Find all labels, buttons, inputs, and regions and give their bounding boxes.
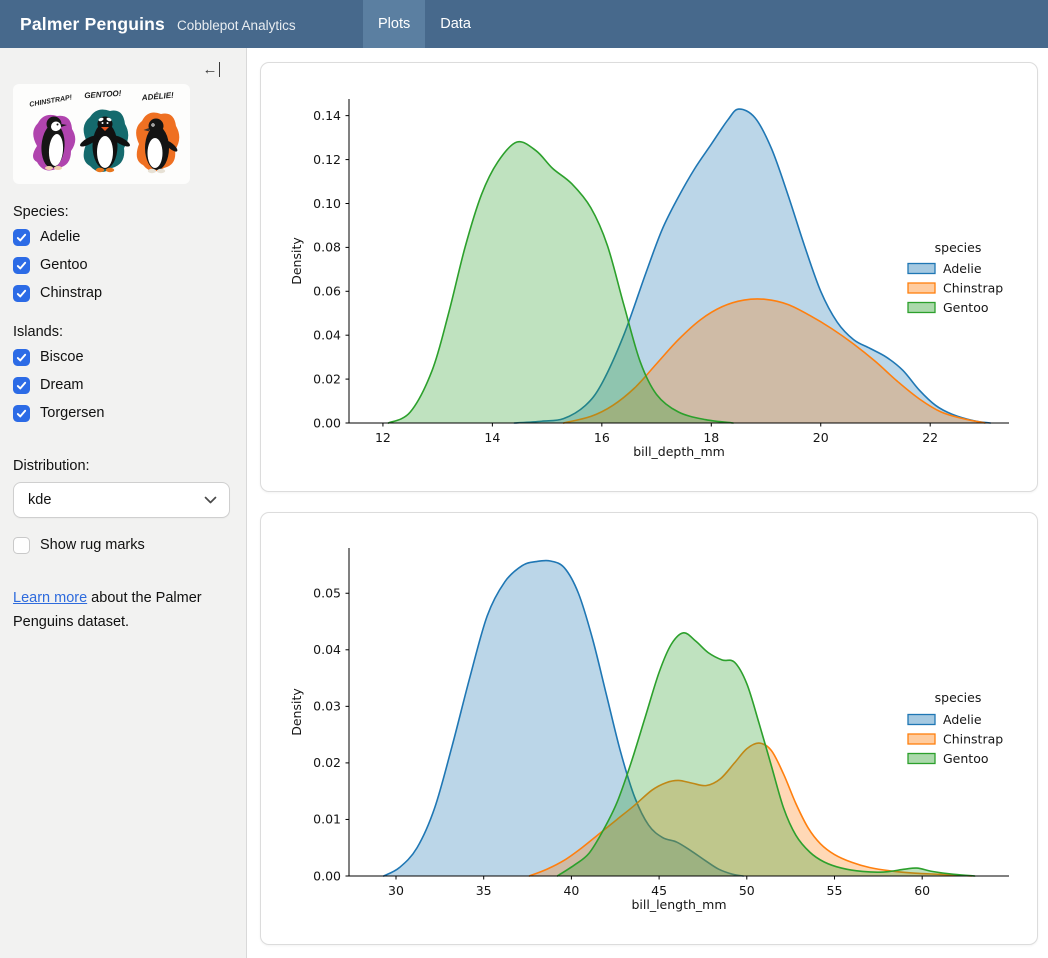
- y-tick-label: 0.05: [313, 586, 341, 601]
- sidebar-footer-text: Learn more about the Palmer Penguins dat…: [13, 586, 203, 634]
- main-content: 12 14 16 18 20 22 0.00 0.02 0.04 0.06 0.08 0.10 0.12…: [247, 48, 1048, 958]
- arrow-left-to-bar-icon: ←: [203, 63, 218, 77]
- y-tick-label: 0.00: [313, 868, 341, 883]
- x-tick-label: 60: [914, 883, 930, 898]
- y-tick-label: 0.10: [313, 196, 341, 211]
- y-tick-label: 0.04: [313, 327, 341, 342]
- legend-label-chinstrap: Chinstrap: [943, 731, 1003, 746]
- distribution-selected-value: kde: [28, 492, 51, 508]
- x-tick-label: 30: [388, 883, 404, 898]
- checkbox-icon: [13, 377, 30, 394]
- checkbox-island-dream[interactable]: Dream: [13, 376, 230, 394]
- plot-card-bill-length: 30 35 40 45 50 55 60 0.00 0.01 0.02 0.03 0.04 0.05 bi…: [260, 512, 1038, 945]
- sidebar: ← CHINSTRAP!: [0, 48, 247, 958]
- collapse-sidebar-button[interactable]: ←: [203, 62, 221, 77]
- legend-swatch-gentoo: [908, 754, 935, 764]
- legend-swatch-gentoo: [908, 303, 935, 313]
- y-tick-label: 0.00: [313, 415, 341, 430]
- collapse-bar: [219, 62, 221, 77]
- brand: Palmer Penguins Cobblepot Analytics: [0, 14, 296, 35]
- y-axis-label: Density: [289, 688, 304, 736]
- learn-more-link[interactable]: Learn more: [13, 590, 87, 606]
- x-tick-label: 18: [703, 430, 719, 445]
- distribution-select[interactable]: kde: [13, 482, 230, 518]
- y-tick-label: 0.02: [313, 755, 341, 770]
- checkbox-icon: [13, 349, 30, 366]
- checkbox-show-rug-marks[interactable]: Show rug marks: [13, 536, 230, 554]
- y-tick-label: 0.01: [313, 812, 341, 827]
- legend-swatch-chinstrap: [908, 734, 935, 744]
- legend-label-gentoo: Gentoo: [943, 300, 989, 315]
- y-tick-label: 0.02: [313, 371, 341, 386]
- checkbox-icon: [13, 537, 30, 554]
- nav-tabs: Plots Data: [363, 0, 486, 48]
- x-tick-label: 12: [375, 430, 391, 445]
- app-title: Palmer Penguins: [20, 14, 165, 35]
- y-tick-label: 0.08: [313, 240, 341, 255]
- x-tick-label: 22: [922, 430, 938, 445]
- x-tick-label: 45: [651, 883, 667, 898]
- x-axis-label: bill_length_mm: [631, 897, 726, 912]
- checkbox-icon: [13, 229, 30, 246]
- legend-title: species: [935, 690, 982, 705]
- legend-title: species: [935, 240, 982, 255]
- y-tick-label: 0.12: [313, 152, 341, 167]
- x-tick-label: 14: [484, 430, 500, 445]
- navbar: Palmer Penguins Cobblepot Analytics Plot…: [0, 0, 1048, 48]
- legend-swatch-adelie: [908, 715, 935, 725]
- x-tick-label: 55: [827, 883, 843, 898]
- legend-swatch-chinstrap: [908, 283, 935, 293]
- legend-label-adelie: Adelie: [943, 261, 982, 276]
- checkbox-island-biscoe[interactable]: Biscoe: [13, 348, 230, 366]
- checkbox-species-gentoo[interactable]: Gentoo: [13, 256, 230, 274]
- checkbox-icon: [13, 257, 30, 274]
- app-window: { "navbar": { "title": "Palmer Penguins"…: [0, 0, 1048, 958]
- checkbox-icon: [13, 405, 30, 422]
- checkbox-species-adelie[interactable]: Adelie: [13, 228, 230, 246]
- y-tick-label: 0.03: [313, 699, 341, 714]
- distribution-label: Distribution:: [13, 458, 230, 474]
- y-tick-label: 0.14: [313, 108, 341, 123]
- legend-label-gentoo: Gentoo: [943, 751, 989, 766]
- penguins-artwork-image: CHINSTRAP! GENTOO!: [13, 84, 190, 184]
- x-axis-label: bill_depth_mm: [633, 444, 725, 459]
- density-plot-bill-length: 30 35 40 45 50 55 60 0.00 0.01 0.02 0.03 0.04 0.05 bi…: [261, 513, 1037, 944]
- checkbox-island-torgersen[interactable]: Torgersen: [13, 404, 230, 422]
- legend-label-chinstrap: Chinstrap: [943, 280, 1003, 295]
- density-plot-bill-depth: 12 14 16 18 20 22 0.00 0.02 0.04 0.06 0.08 0.10 0.12…: [261, 63, 1037, 491]
- y-tick-label: 0.06: [313, 284, 341, 299]
- species-group-label: Species:: [13, 204, 230, 220]
- y-axis-label: Density: [289, 237, 304, 285]
- checkbox-icon: [13, 285, 30, 302]
- x-tick-label: 35: [476, 883, 492, 898]
- plot-card-bill-depth: 12 14 16 18 20 22 0.00 0.02 0.04 0.06 0.08 0.10 0.12…: [260, 62, 1038, 492]
- islands-group-label: Islands:: [13, 324, 230, 340]
- checkbox-species-chinstrap[interactable]: Chinstrap: [13, 284, 230, 302]
- x-tick-label: 50: [739, 883, 755, 898]
- chevron-down-icon: [204, 496, 217, 504]
- tab-plots[interactable]: Plots: [363, 0, 425, 48]
- x-tick-label: 16: [594, 430, 610, 445]
- x-tick-label: 20: [813, 430, 829, 445]
- x-tick-label: 40: [563, 883, 579, 898]
- legend-label-adelie: Adelie: [943, 712, 982, 727]
- app-subtitle: Cobblepot Analytics: [177, 18, 296, 33]
- legend-swatch-adelie: [908, 264, 935, 274]
- tab-data[interactable]: Data: [425, 0, 486, 48]
- y-tick-label: 0.04: [313, 642, 341, 657]
